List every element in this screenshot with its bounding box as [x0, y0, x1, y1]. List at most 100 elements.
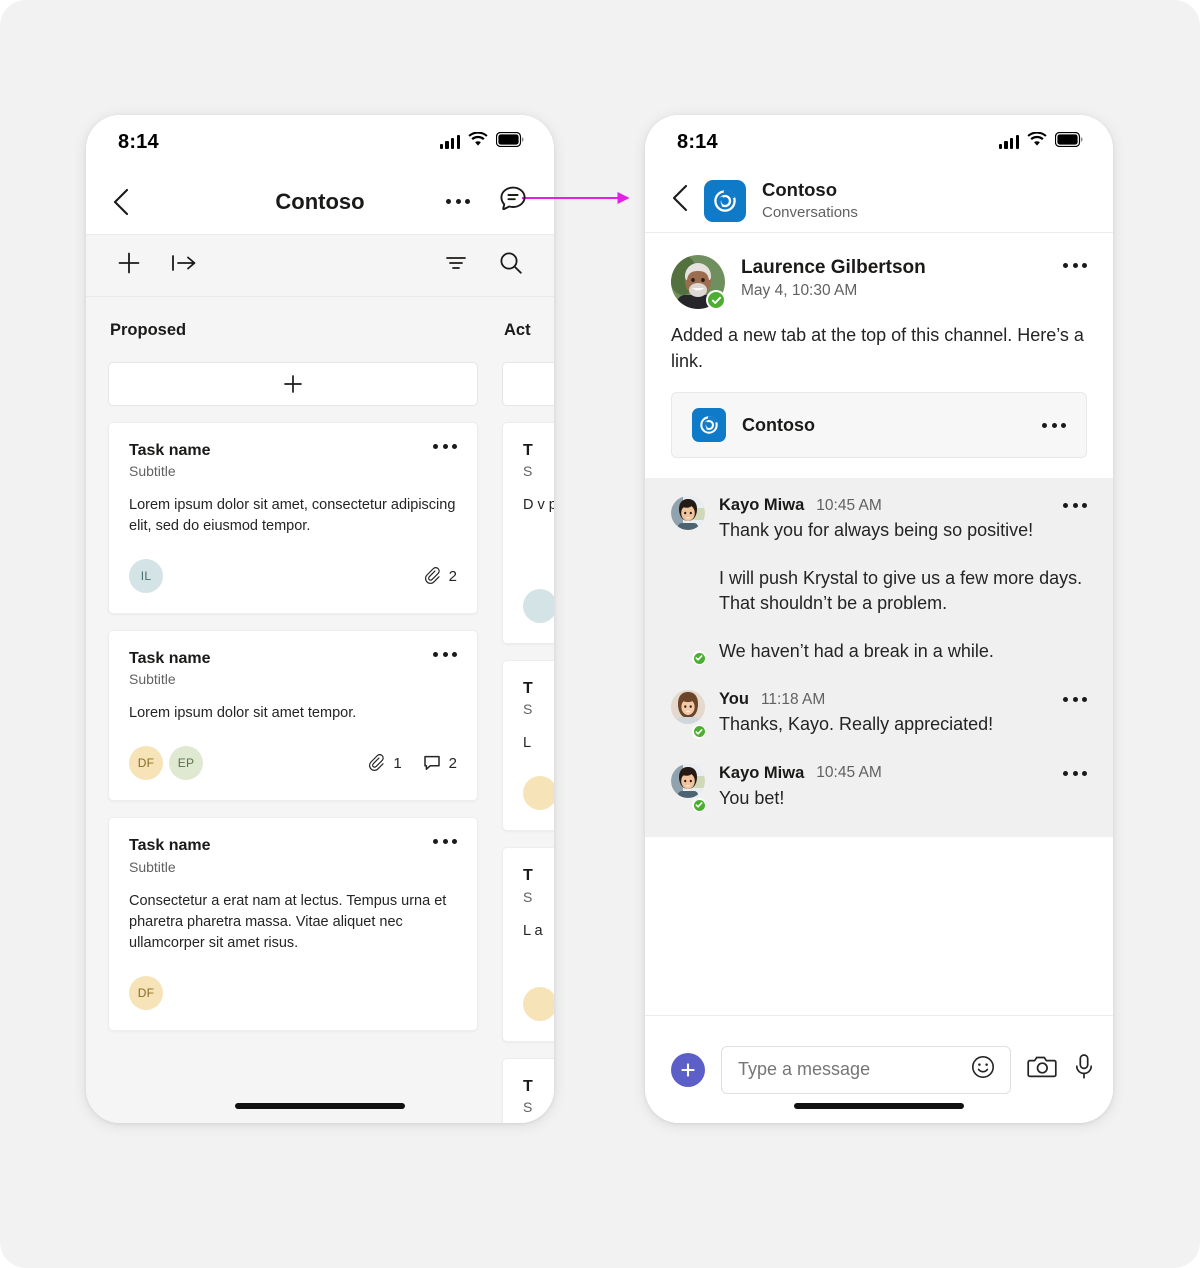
chat-bubble-icon[interactable] [498, 184, 528, 219]
more-horizontal-icon[interactable] [1063, 697, 1087, 703]
available-check-icon [692, 651, 706, 666]
avatar[interactable] [523, 986, 554, 1021]
filter-icon[interactable] [444, 253, 468, 278]
channel-header: Contoso Conversations [645, 169, 1113, 233]
plus-circle-icon[interactable] [671, 1052, 705, 1087]
task-subtitle: S [523, 701, 533, 718]
search-icon[interactable] [498, 250, 524, 281]
avatar[interactable]: DF [129, 746, 163, 781]
count-label: 2 [448, 567, 457, 585]
comment-count: 2 [422, 753, 457, 773]
back-button[interactable] [112, 188, 146, 216]
phone-left-task-board: 8:14 Contoso Proposed Task name Subtitle… [86, 115, 554, 1123]
task-description: L [523, 735, 532, 752]
plus-icon [284, 375, 302, 393]
assignee-avatars: DF [129, 975, 163, 1010]
link-card-label: Contoso [742, 414, 815, 435]
avatar[interactable]: IL [129, 559, 163, 594]
assignee-avatars [523, 589, 554, 624]
count-label: 2 [448, 754, 457, 772]
wifi-icon [1027, 131, 1047, 152]
task-subtitle: S [523, 1098, 533, 1115]
task-description: Lorem ipsum dolor sit amet tempor. [129, 705, 357, 722]
reply-thread: Kayo Miwa 10:45 AM Thank you for always … [645, 478, 1113, 838]
task-board: Proposed Task name Subtitle Lorem ipsum … [86, 297, 554, 1123]
add-task-button[interactable] [502, 362, 554, 406]
message-timestamp: May 4, 10:30 AM [741, 282, 858, 299]
more-horizontal-icon[interactable] [1042, 422, 1066, 428]
sender-name: Laurence Gilbertson [741, 257, 926, 278]
task-description: L a [523, 922, 543, 939]
attachment-count: 1 [366, 753, 402, 773]
avatar-kayo [671, 496, 705, 531]
emoji-smiley-icon[interactable] [970, 1054, 996, 1085]
task-card[interactable]: T S [502, 1057, 554, 1123]
more-horizontal-icon[interactable] [446, 199, 470, 204]
assignee-avatars [523, 986, 554, 1021]
sender-name: You [719, 690, 749, 709]
sender-name: Kayo Miwa [719, 496, 805, 515]
avatar-kayo [671, 763, 705, 798]
board-toolbar [86, 235, 554, 297]
task-card[interactable]: T S L [502, 660, 554, 832]
assignee-avatars: IL [129, 559, 163, 594]
back-button[interactable] [671, 184, 688, 217]
reply-message: Kayo Miwa 10:45 AM Thank you for always … [671, 496, 1087, 666]
task-card[interactable]: Task name Subtitle Lorem ipsum dolor sit… [108, 630, 478, 802]
more-horizontal-icon[interactable] [1063, 255, 1087, 268]
more-horizontal-icon[interactable] [433, 836, 457, 845]
more-horizontal-icon[interactable] [433, 649, 457, 658]
avatar[interactable]: DF [129, 975, 163, 1010]
more-horizontal-icon[interactable] [433, 441, 457, 449]
avatar[interactable]: EP [169, 746, 203, 781]
message-body: I will push Krystal to give us a few mor… [719, 567, 1083, 614]
camera-icon[interactable] [1027, 1054, 1057, 1085]
avatar[interactable] [523, 776, 554, 811]
signal-bars-icon [998, 135, 1019, 149]
task-title: Task name [129, 650, 211, 668]
move-to-icon[interactable] [170, 252, 198, 279]
conversation-scroll[interactable]: Laurence Gilbertson May 4, 10:30 AM Adde… [645, 233, 1113, 1015]
task-title: Task name [129, 837, 211, 855]
task-card[interactable]: Task name Subtitle Consectetur a erat na… [108, 817, 478, 1031]
status-time: 8:14 [118, 130, 159, 153]
task-subtitle: Subtitle [129, 463, 176, 480]
plus-icon[interactable] [116, 250, 142, 281]
screenshot-canvas: 8:14 Contoso Proposed Task name Subtitle… [0, 0, 1200, 1268]
message-timestamp: 10:45 AM [816, 496, 882, 514]
avatar[interactable] [671, 690, 706, 739]
chevron-left-icon [672, 184, 688, 212]
board-column-proposed: Proposed Task name Subtitle Lorem ipsum … [108, 297, 478, 1123]
comment-icon [423, 756, 440, 771]
message-input-wrapper[interactable] [721, 1045, 1011, 1094]
link-card-contoso[interactable]: Contoso [671, 392, 1087, 459]
task-card[interactable]: Task name Subtitle Lorem ipsum dolor sit… [108, 422, 478, 615]
task-subtitle: Subtitle [129, 858, 176, 875]
add-task-button[interactable] [108, 362, 478, 406]
column-title: Proposed [110, 321, 187, 339]
avatar[interactable] [523, 589, 554, 624]
column-title: Act [504, 321, 531, 339]
assignee-avatars [523, 776, 554, 811]
chevron-left-icon [113, 188, 129, 215]
task-title: T [523, 442, 533, 459]
avatar[interactable] [671, 255, 726, 310]
wifi-icon [468, 131, 488, 152]
count-label: 1 [393, 754, 402, 772]
task-card[interactable]: T S L a [502, 847, 554, 1042]
more-horizontal-icon[interactable] [1063, 503, 1087, 509]
more-horizontal-icon[interactable] [1063, 770, 1087, 776]
task-subtitle: S [523, 463, 533, 480]
message-body: Thanks, Kayo. Really appreciated! [719, 714, 994, 735]
message-body: Added a new tab at the top of this chann… [671, 325, 1084, 371]
search-input[interactable] [738, 1059, 970, 1080]
status-icons [439, 131, 524, 152]
left-nav-bar: Contoso [86, 169, 554, 235]
avatar[interactable] [671, 763, 706, 813]
available-check-icon [692, 724, 706, 739]
avatar[interactable] [671, 496, 706, 666]
attachment-icon [424, 567, 440, 585]
microphone-icon[interactable] [1073, 1053, 1095, 1086]
task-card[interactable]: T S D v p p [502, 422, 554, 645]
phone-right-conversation: 8:14 Contoso Conversations Laurence Gilb… [645, 115, 1113, 1123]
